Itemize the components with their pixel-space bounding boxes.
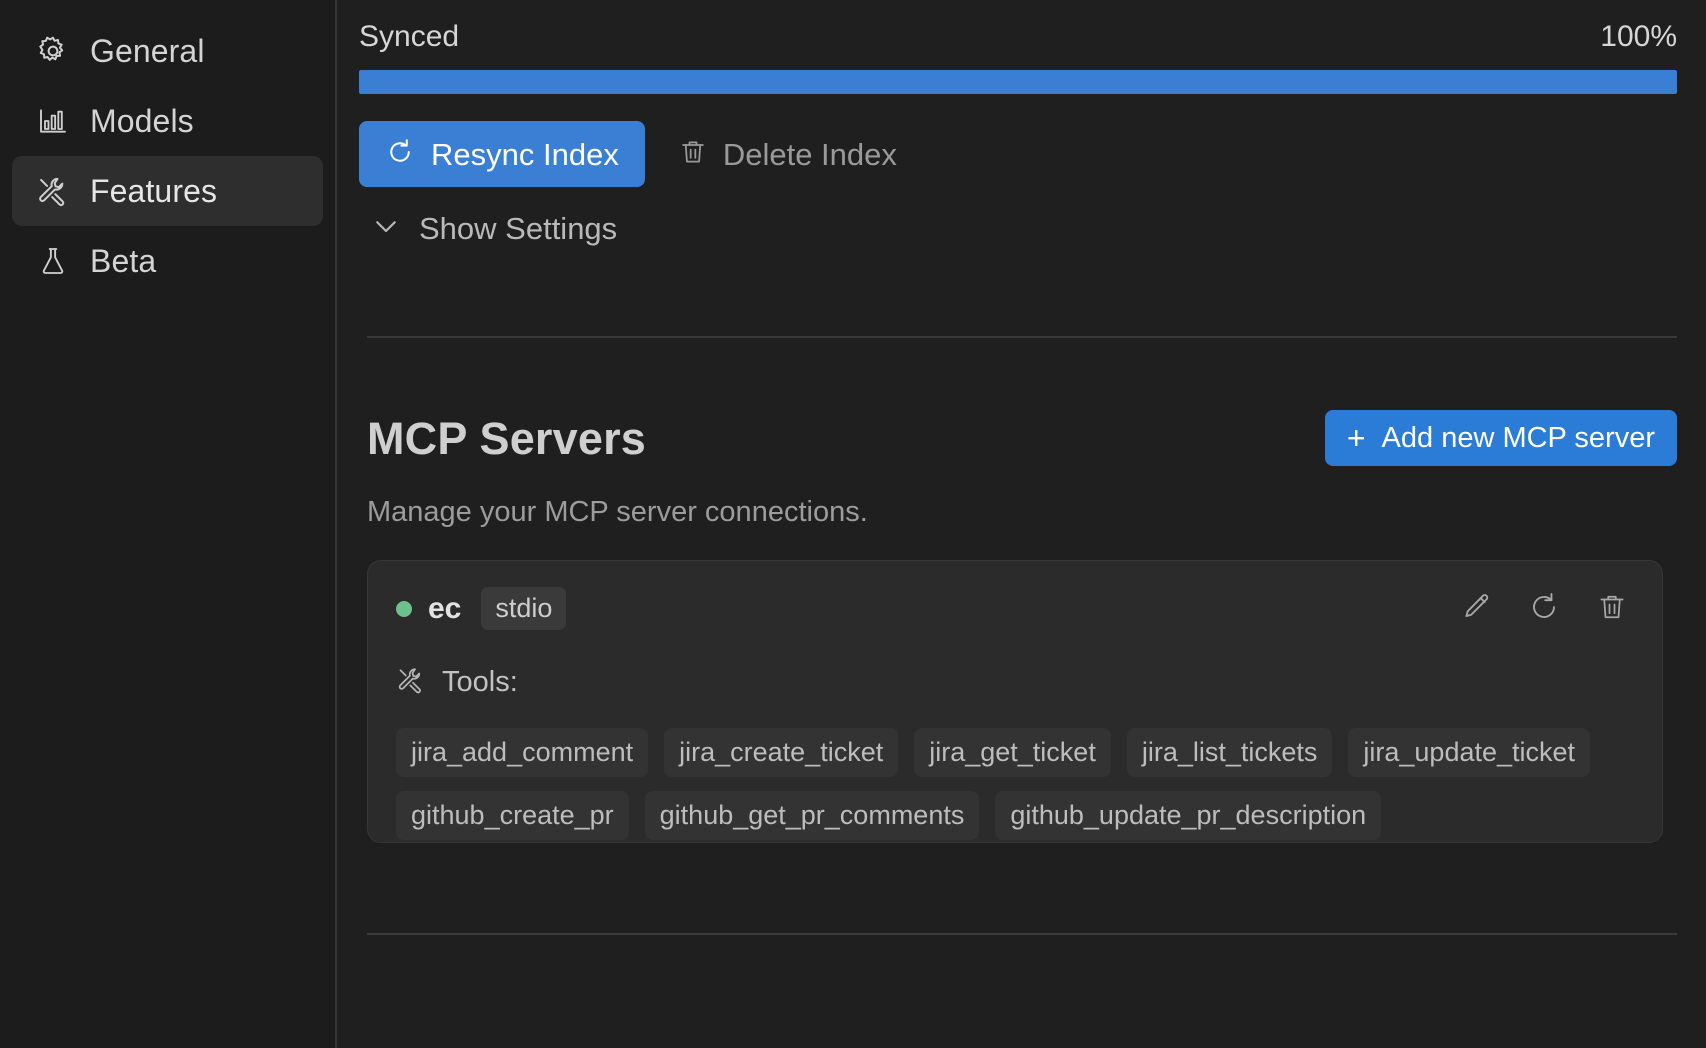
delete-index-label: Delete Index xyxy=(723,139,897,170)
gear-icon xyxy=(36,34,70,68)
features-panel: Synced 100% Resync Index xyxy=(337,0,1706,1048)
delete-server-button[interactable] xyxy=(1594,591,1630,627)
mcp-tools-list: jira_add_comment jira_create_ticket jira_g… xyxy=(396,728,1634,840)
mcp-server-card: ec stdio xyxy=(367,560,1663,843)
show-settings-label: Show Settings xyxy=(419,213,617,244)
tool-chip: jira_create_ticket xyxy=(664,728,898,777)
mcp-servers-header: MCP Servers + Add new MCP server xyxy=(367,410,1677,466)
reload-server-button[interactable] xyxy=(1526,591,1562,627)
resync-index-button[interactable]: Resync Index xyxy=(359,121,645,187)
trash-icon xyxy=(679,138,707,171)
sidebar-item-label: Models xyxy=(90,105,194,137)
section-divider-top xyxy=(367,336,1677,338)
pencil-icon xyxy=(1460,591,1492,626)
refresh-icon xyxy=(1528,591,1560,626)
sidebar-item-label: General xyxy=(90,35,205,67)
section-divider-bottom xyxy=(367,933,1677,935)
add-mcp-server-label: Add new MCP server xyxy=(1382,424,1655,453)
trash-icon xyxy=(1597,592,1627,625)
transport-badge: stdio xyxy=(481,587,566,630)
chevron-down-icon xyxy=(371,211,401,246)
tool-chip: jira_update_ticket xyxy=(1348,728,1590,777)
sidebar-item-label: Beta xyxy=(90,245,156,277)
settings-sidebar: General Models Features xyxy=(0,0,337,1048)
mcp-server-card-actions xyxy=(1458,591,1630,627)
status-indicator-dot xyxy=(396,601,412,617)
index-actions: Resync Index Delete Index xyxy=(359,121,1677,187)
sidebar-item-general[interactable]: General xyxy=(12,16,323,86)
tools-icon xyxy=(36,174,70,208)
edit-server-button[interactable] xyxy=(1458,591,1494,627)
tool-chip: github_create_pr xyxy=(396,791,629,840)
index-percent-label: 100% xyxy=(1600,22,1677,52)
flask-icon xyxy=(36,244,70,278)
mcp-server-identity: ec stdio xyxy=(396,587,566,630)
settings-window: General Models Features xyxy=(0,0,1706,1048)
tool-chip: jira_get_ticket xyxy=(914,728,1111,777)
sidebar-item-label: Features xyxy=(90,175,217,207)
index-progress-fill xyxy=(359,70,1677,94)
show-settings-toggle[interactable]: Show Settings xyxy=(371,211,617,246)
index-status-row: Synced 100% xyxy=(359,0,1677,52)
sidebar-item-features[interactable]: Features xyxy=(12,156,323,226)
page-title: MCP Servers xyxy=(367,416,646,461)
chart-bars-icon xyxy=(36,104,70,138)
mcp-server-name: ec xyxy=(428,594,461,624)
tool-chip: github_get_pr_comments xyxy=(645,791,980,840)
tool-chip: jira_list_tickets xyxy=(1127,728,1333,777)
sidebar-item-models[interactable]: Models xyxy=(12,86,323,156)
index-progress-bar xyxy=(359,70,1677,94)
plus-icon: + xyxy=(1347,422,1366,454)
refresh-icon xyxy=(385,137,415,172)
index-status-label: Synced xyxy=(359,22,459,52)
mcp-servers-subtitle: Manage your MCP server connections. xyxy=(367,498,1677,527)
mcp-server-card-header: ec stdio xyxy=(396,587,1634,630)
tool-chip: jira_add_comment xyxy=(396,728,648,777)
tool-chip: github_update_pr_description xyxy=(995,791,1381,840)
mcp-tools-header: Tools: xyxy=(396,665,1634,700)
delete-index-button[interactable]: Delete Index xyxy=(665,121,911,187)
sidebar-item-beta[interactable]: Beta xyxy=(12,226,323,296)
tools-icon xyxy=(396,665,426,700)
tools-label: Tools: xyxy=(442,668,518,697)
resync-index-label: Resync Index xyxy=(431,139,619,170)
add-mcp-server-button[interactable]: + Add new MCP server xyxy=(1325,410,1677,466)
